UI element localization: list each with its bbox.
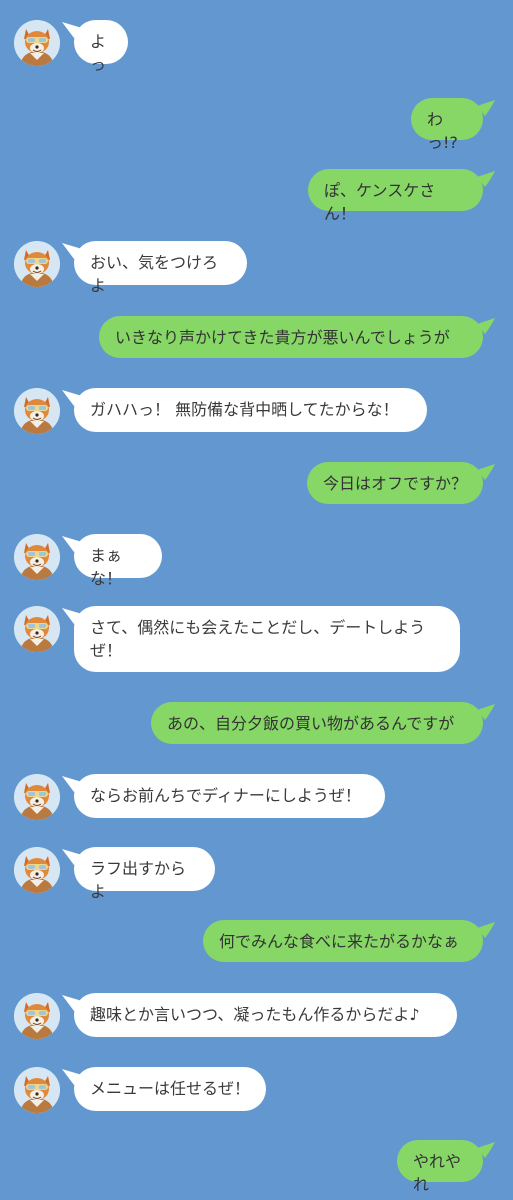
message-bubble[interactable]: さて、偶然にも会えたことだし、デートしようぜ！ bbox=[74, 606, 460, 672]
message-bubble[interactable]: ガハハっ！ 無防備な背中晒してたからな！ bbox=[74, 388, 427, 432]
fox-avatar-icon[interactable] bbox=[14, 993, 60, 1039]
message-bubble[interactable]: いきなり声かけてきた貴方が悪いんでしょうが bbox=[99, 316, 483, 358]
message-bubble[interactable]: おい、気をつけろよ bbox=[74, 241, 247, 295]
message-bubble[interactable]: ならお前んちでディナーにしようぜ！ bbox=[74, 774, 385, 818]
fox-avatar-icon[interactable] bbox=[14, 774, 60, 820]
message-bubble[interactable]: ラフ出すからよ bbox=[74, 847, 215, 901]
message-bubble[interactable]: 趣味とか言いつつ、凝ったもん作るからだよ♪ bbox=[74, 993, 457, 1037]
message-bubble[interactable]: 今日はオフですか？ bbox=[307, 462, 483, 504]
message-bubble[interactable]: やれやれ bbox=[397, 1140, 483, 1194]
message-bubble[interactable]: 何でみんな食べに来たがるかなぁ bbox=[203, 920, 483, 962]
fox-avatar-icon[interactable] bbox=[14, 20, 60, 66]
message-bubble[interactable]: わっ!? bbox=[411, 98, 483, 152]
fox-avatar-icon[interactable] bbox=[14, 606, 60, 652]
fox-avatar-icon[interactable] bbox=[14, 847, 60, 893]
message-bubble[interactable]: メニューは任せるぜ！ bbox=[74, 1067, 266, 1111]
message-bubble[interactable]: あの、自分夕飯の買い物があるんですが bbox=[151, 702, 483, 744]
fox-avatar-icon[interactable] bbox=[14, 1067, 60, 1113]
message-bubble[interactable]: まぁな！ bbox=[74, 534, 162, 588]
fox-avatar-icon[interactable] bbox=[14, 388, 60, 434]
message-bubble[interactable]: ぽ、ケンスケさん！ bbox=[308, 169, 483, 223]
message-bubble[interactable]: よっ bbox=[74, 20, 128, 74]
fox-avatar-icon[interactable] bbox=[14, 241, 60, 287]
fox-avatar-icon[interactable] bbox=[14, 534, 60, 580]
chat-thread[interactable]: よっ わっ!? ぽ、ケンスケさん！ おい、気をつけろよ いきなり声かけてきた貴方… bbox=[0, 0, 513, 1200]
